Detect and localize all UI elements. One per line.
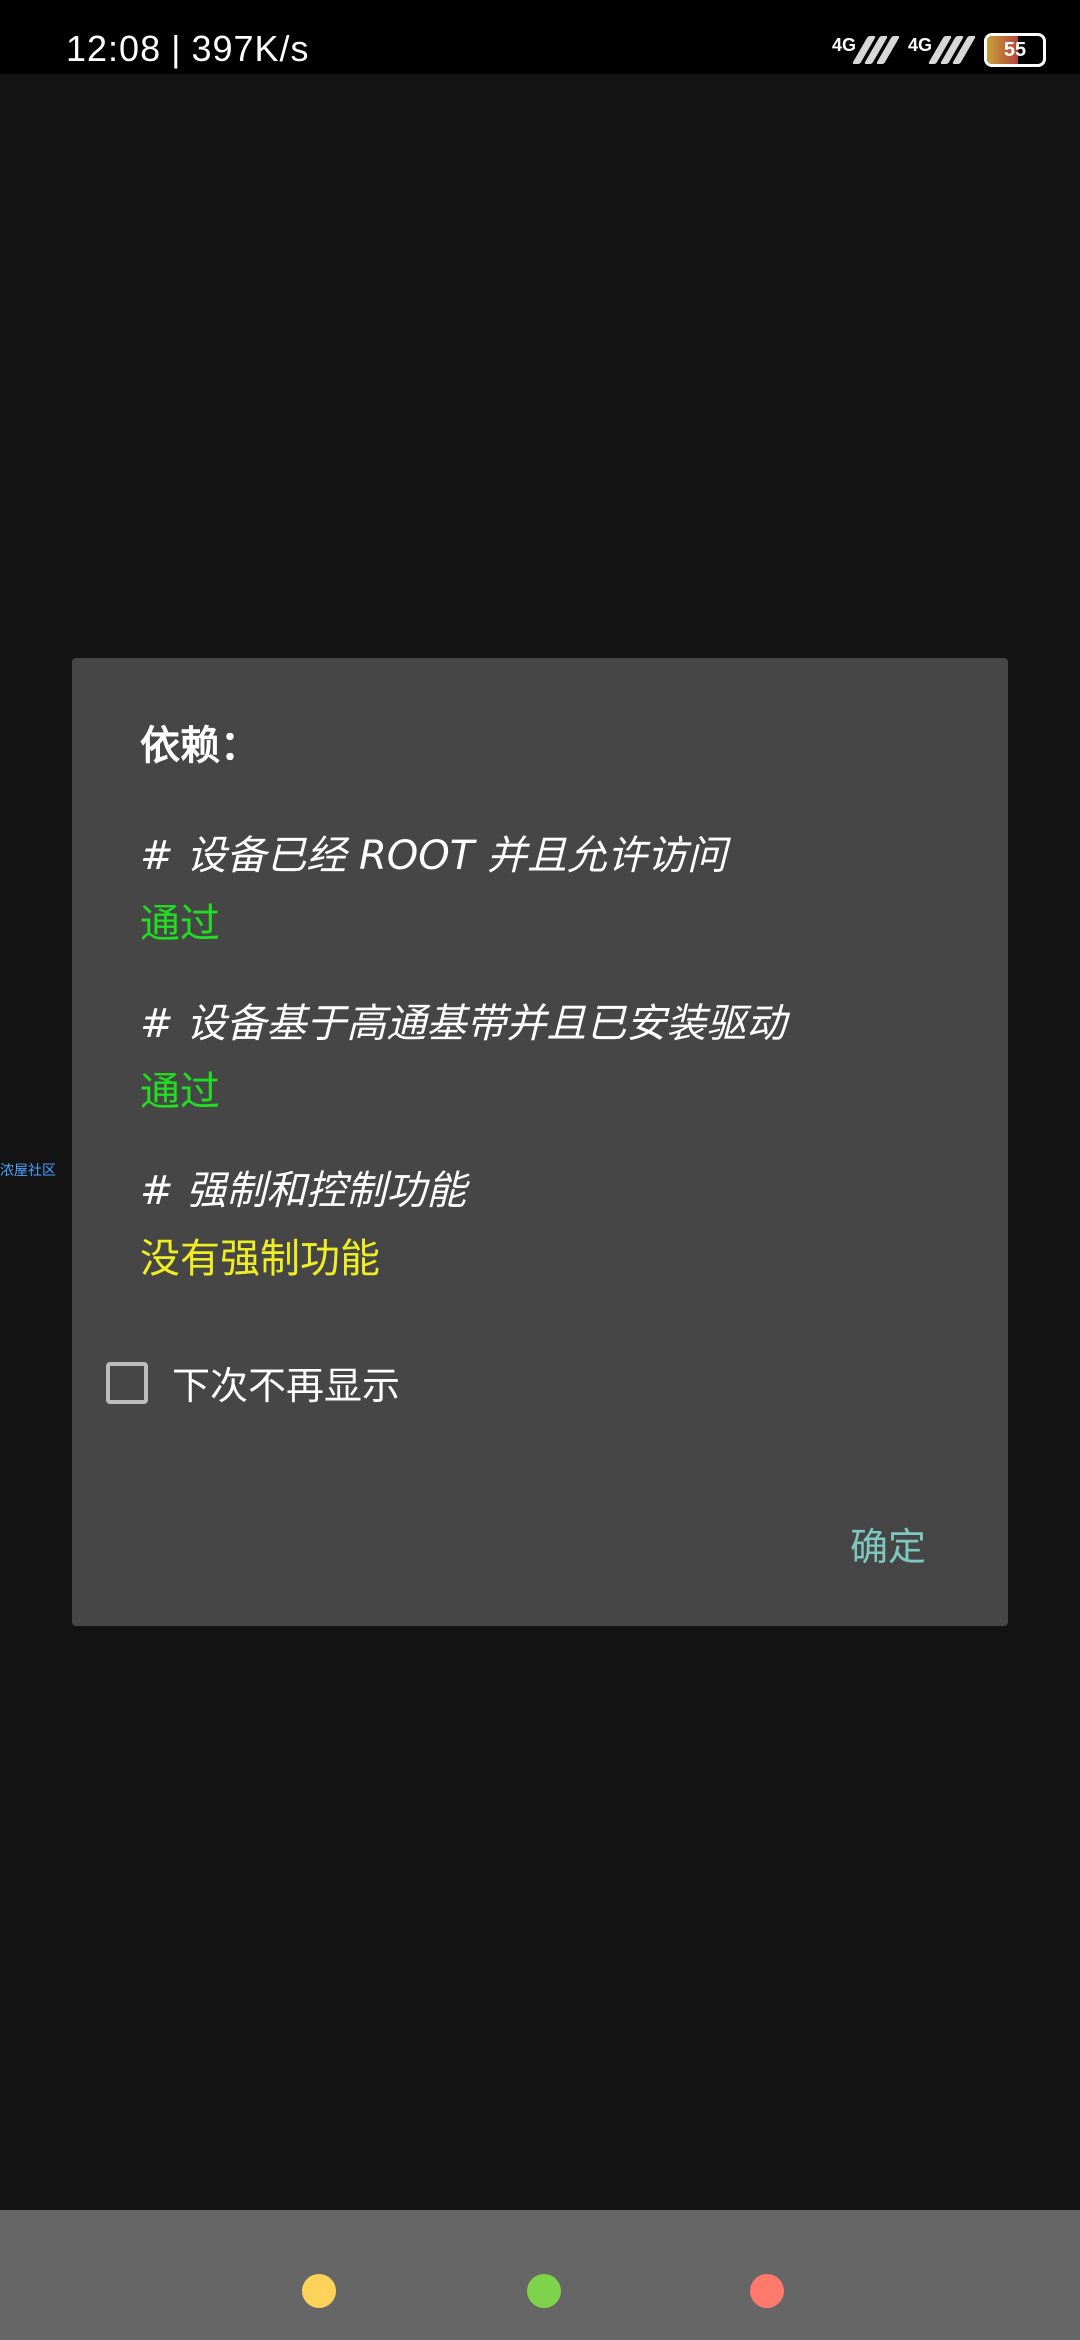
signal-2: 4G — [907, 35, 977, 64]
signal-1-label: 4G — [831, 35, 856, 55]
network-speed: 397K/s — [191, 28, 310, 69]
clock: 12:08 — [66, 28, 162, 69]
signal-icon — [927, 36, 977, 64]
dependency-dialog: 依赖： # 设备已经 ROOT 并且允许访问 通过 # 设备基于高通基带并且已安… — [72, 658, 1008, 1626]
red-dot-button[interactable] — [750, 2274, 784, 2308]
dependency-question: # 设备已经 ROOT 并且允许访问 — [140, 833, 727, 879]
battery-level: 55 — [1003, 38, 1027, 61]
signal-2-label: 4G — [907, 35, 932, 55]
dont-show-again-checkbox[interactable] — [106, 1361, 148, 1404]
dependency-result: 通过 — [140, 901, 220, 947]
signal-1: 4G — [831, 35, 901, 64]
side-floating-label[interactable]: 浓屋社区 — [0, 1160, 56, 1180]
dependency-item: # 设备基于高通基带并且已安装驱动 通过 — [140, 991, 786, 1117]
signal-icon — [851, 36, 901, 64]
status-right: 4G 4G 55 — [832, 30, 1046, 70]
dependency-result: 通过 — [140, 1069, 220, 1115]
yellow-dot-button[interactable] — [302, 2274, 336, 2308]
bottom-bar — [0, 2210, 1080, 2340]
dont-show-again-row[interactable]: 下次不再显示 — [106, 1355, 400, 1410]
battery-icon: 55 — [984, 33, 1046, 67]
status-separator: | — [171, 28, 182, 69]
dialog-title: 依赖： — [140, 723, 260, 769]
dependency-question: # 强制和控制功能 — [140, 1168, 467, 1214]
green-dot-button[interactable] — [527, 2274, 561, 2308]
dependency-question: # 设备基于高通基带并且已安装驱动 — [140, 1001, 787, 1047]
dependency-item: # 强制和控制功能 没有强制功能 — [140, 1158, 466, 1284]
status-bar: 12:08 | 397K/s 4G 4G 55 — [0, 0, 1080, 74]
confirm-button[interactable]: 确定 — [850, 1516, 926, 1571]
dependency-item: # 设备已经 ROOT 并且允许访问 通过 — [140, 823, 727, 949]
dont-show-again-label[interactable]: 下次不再显示 — [172, 1355, 400, 1410]
status-left: 12:08 | 397K/s — [66, 28, 310, 70]
dependency-result: 没有强制功能 — [140, 1236, 380, 1282]
